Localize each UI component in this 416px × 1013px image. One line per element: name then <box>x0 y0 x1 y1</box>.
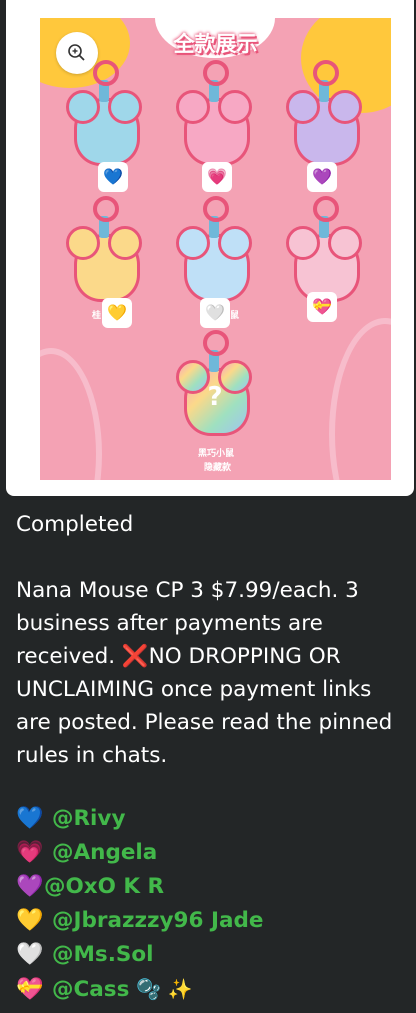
mention-link[interactable]: @Cass <box>52 977 129 1002</box>
mention-link[interactable]: @Angela <box>52 840 157 865</box>
mention-link[interactable]: @OxO K R <box>44 874 164 899</box>
figure-ear <box>328 226 362 260</box>
image-card[interactable]: 全款展示 💙 💗 💜 💛 🤍 💝 桂 鼠 ? 黑巧小鼠 隐藏款 <box>6 0 414 496</box>
blue-heart-icon: 💙 <box>16 806 44 831</box>
cross-mark-icon: ❌ <box>121 644 149 669</box>
claim-row: 🤍 @Ms.Sol <box>16 938 406 972</box>
purple-heart-icon: 💜 <box>16 874 44 899</box>
figure-ring <box>313 196 339 222</box>
figure-ring <box>203 196 229 222</box>
mention-link[interactable]: @Jbrazzzy96 Jade <box>52 908 263 933</box>
figure-caption: 桂 <box>92 311 102 321</box>
figure-secret: ? <box>174 330 254 460</box>
claim-row: 💙 @Rivy <box>16 802 406 836</box>
gift-heart-icon: 💝 <box>16 977 44 1002</box>
claim-row: 💛 @Jbrazzzy96 Jade <box>16 904 406 938</box>
mention-link[interactable]: @Ms.Sol <box>52 942 154 967</box>
figure-ear <box>176 226 210 260</box>
mention-link[interactable]: @Rivy <box>52 806 125 831</box>
figure-ear <box>218 90 252 124</box>
claim-row: 💝 @Cass 🫧 ✨ <box>16 972 406 1006</box>
figure-ear <box>286 90 320 124</box>
figure-ear <box>108 90 142 124</box>
figure-caption: 鼠 <box>230 311 240 321</box>
secret-caption-line2: 隐藏款 <box>204 463 232 473</box>
pink-heart-icon: 💗 <box>16 840 44 865</box>
badge-pink-heart-icon: 💗 <box>202 162 232 192</box>
message-text: Completed Nana Mouse CP 3 $7.99/each. 3 … <box>16 508 406 772</box>
figure-ring <box>93 196 119 222</box>
figure-ring <box>203 330 229 356</box>
figure-ear <box>218 226 252 260</box>
decor-wave <box>329 318 391 480</box>
figure-ear <box>176 90 210 124</box>
message-body: Nana Mouse CP 3 $7.99/each. 3 business a… <box>16 574 406 772</box>
yellow-heart-icon: 💛 <box>16 908 44 933</box>
figure-ear <box>328 90 362 124</box>
figure-ring <box>203 60 229 86</box>
figure-ring <box>313 60 339 86</box>
zoom-button[interactable] <box>56 32 98 74</box>
figure-ear <box>108 226 142 260</box>
zoom-in-icon <box>68 44 85 61</box>
secret-question-mark: ? <box>207 382 223 412</box>
badge-yellow-heart-icon: 💛 <box>102 298 132 328</box>
decor-wave <box>40 348 102 480</box>
claims-list: 💙 @Rivy 💗 @Angela 💜@OxO K R 💛 @Jbrazzzy96 J… <box>16 802 406 1006</box>
badge-blue-heart-icon: 💙 <box>98 162 128 192</box>
product-poster-image[interactable]: 全款展示 💙 💗 💜 💛 🤍 💝 桂 鼠 ? 黑巧小鼠 隐藏款 <box>40 18 391 480</box>
figure-ear <box>66 226 100 260</box>
figure-ear <box>66 90 100 124</box>
white-heart-icon: 🤍 <box>16 942 44 967</box>
message-status: Completed <box>16 512 134 537</box>
secret-caption-line1: 黑巧小鼠 <box>198 449 235 459</box>
badge-gift-heart-icon: 💝 <box>307 292 337 322</box>
badge-purple-heart-icon: 💜 <box>307 162 337 192</box>
figure-ear <box>286 226 320 260</box>
bubbles-sparkles-icon: 🫧 ✨ <box>136 977 193 1001</box>
claim-row: 💗 @Angela <box>16 836 406 870</box>
claim-row: 💜@OxO K R <box>16 870 406 904</box>
badge-white-heart-icon: 🤍 <box>200 298 230 328</box>
